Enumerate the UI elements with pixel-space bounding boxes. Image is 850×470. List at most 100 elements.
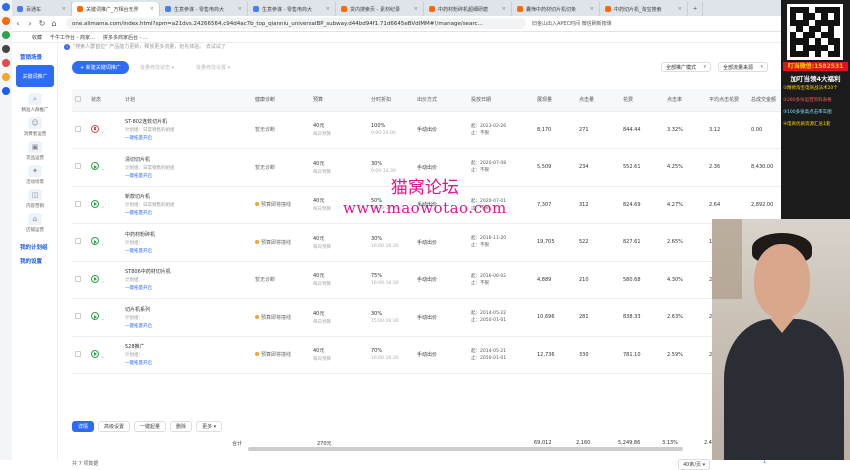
campaign-name[interactable]: 清切切片机 (125, 156, 249, 163)
row-checkbox[interactable] (75, 238, 81, 245)
url-field[interactable]: one.alimama.com/index.html?spm=a21dvs.24… (66, 18, 526, 29)
column-header[interactable]: 状态 (88, 89, 122, 112)
close-icon[interactable]: × (238, 6, 242, 12)
close-icon[interactable]: × (678, 6, 682, 12)
column-header[interactable]: 预算 (310, 89, 368, 112)
play-icon[interactable] (91, 274, 99, 283)
bulk-action-button[interactable]: 高级设置 (98, 420, 131, 432)
budget-value[interactable]: 40元 (313, 160, 365, 167)
column-header[interactable]: 展现量 (534, 89, 576, 112)
budget-value[interactable]: 40元 (313, 347, 365, 354)
source-select[interactable]: 全部流量来源 ▾ (718, 62, 768, 72)
close-icon[interactable]: × (150, 6, 154, 12)
discount-value[interactable]: 100% (371, 123, 411, 129)
boost-link[interactable]: 一键拓量开启 (125, 173, 249, 179)
table-row[interactable]: ⌄ ST-802连软切片机 计划组：日常销售的组组 一键拓量开启 暂无诊断 40元 每日预算… (72, 111, 850, 149)
extension-text[interactable]: 旧金山出入APEC时间 微信刷新按课 (532, 20, 612, 27)
discount-value[interactable]: 30% (371, 236, 411, 242)
discount-value[interactable]: 30% (371, 161, 411, 167)
boost-link[interactable]: 一键拓量开启 (125, 210, 249, 216)
boost-link[interactable]: 一键拓量开启 (125, 323, 249, 329)
chevron-down-icon[interactable]: ⌄ (101, 166, 105, 172)
sidebar-item[interactable]: ▣ 货品运营 (12, 137, 58, 161)
back-icon[interactable]: ‹ (12, 19, 24, 28)
chevron-down-icon[interactable]: ⌄ (101, 279, 105, 285)
row-checkbox[interactable] (75, 275, 81, 282)
notice-text[interactable]: "搜索人群首位" 产品能力更新，释放更多流量，抢先体验。 去试试了 (73, 44, 226, 50)
chevron-down-icon[interactable]: ⌄ (101, 354, 105, 360)
chevron-down-icon[interactable]: ⌄ (101, 241, 105, 247)
app-icon[interactable] (2, 17, 10, 25)
horizontal-scrollbar[interactable] (248, 447, 683, 451)
batch-settings-button[interactable]: 批量修改设置 ▾ (196, 64, 230, 71)
browser-tab[interactable]: 中药切片机_淘宝搜索 × (600, 2, 688, 16)
boost-link[interactable]: 一键拓量开启 (125, 248, 249, 254)
column-header[interactable]: 计划 (122, 89, 252, 112)
sidebar-item[interactable]: 关键词推广 (12, 61, 58, 87)
budget-value[interactable]: 40元 (313, 310, 365, 317)
discount-value[interactable]: 30% (371, 311, 411, 317)
play-icon[interactable] (91, 199, 99, 208)
browser-tab[interactable]: 关键词推广_万相台无界 × (72, 2, 160, 16)
browser-tab[interactable]: 生意参谋 - 零售电商大 × (248, 2, 336, 16)
browser-tab[interactable]: 生意参谋 - 零售电商大 × (160, 2, 248, 16)
reload-icon[interactable]: ↻ (36, 19, 48, 28)
sidebar-item[interactable]: ⌕ 精准人群推广 (12, 89, 58, 113)
page-size-select[interactable]: 40条/页 ▾ (678, 459, 711, 470)
app-icon[interactable] (2, 59, 10, 67)
campaign-name[interactable]: 528推广 (125, 343, 249, 350)
sidebar-item[interactable]: ⌂ 店铺运营 (12, 209, 58, 233)
sidebar-item[interactable]: ◫ 内容营销 (12, 185, 58, 209)
close-icon[interactable]: × (326, 6, 330, 12)
close-icon[interactable]: × (590, 6, 594, 12)
play-icon[interactable] (91, 312, 99, 321)
app-icon[interactable] (2, 87, 10, 95)
row-checkbox[interactable] (75, 163, 81, 170)
column-header[interactable]: 花费 (620, 89, 664, 112)
forward-icon[interactable]: › (24, 19, 36, 28)
close-icon[interactable]: × (62, 6, 66, 12)
select-all-checkbox[interactable] (75, 95, 81, 102)
play-icon[interactable] (91, 162, 99, 171)
browser-tab[interactable]: 中药材粉碎机超细研磨 × (424, 2, 512, 16)
app-icon[interactable] (2, 3, 10, 11)
bulk-action-button[interactable]: 详情 (72, 420, 95, 432)
bulk-action-button[interactable]: 更多 ▾ (196, 420, 223, 432)
row-checkbox[interactable] (75, 200, 81, 207)
play-icon[interactable] (91, 237, 99, 246)
mode-select[interactable]: 全部推广模式 ▾ (661, 62, 711, 72)
chevron-down-icon[interactable]: ⌄ (101, 316, 105, 322)
column-header[interactable]: 点击量 (576, 89, 620, 112)
app-icon[interactable] (2, 45, 10, 53)
budget-value[interactable]: 40元 (313, 122, 365, 129)
row-checkbox[interactable] (75, 313, 81, 320)
close-icon[interactable]: × (502, 6, 506, 12)
budget-value[interactable]: 40元 (313, 235, 365, 242)
boost-link[interactable]: 一键拓量开启 (125, 135, 249, 141)
chevron-down-icon[interactable]: ⌄ (101, 204, 105, 210)
bookmark-item[interactable]: 千牛工作台 - 商家… (50, 34, 95, 41)
campaign-name[interactable]: 切片机系列 (125, 306, 249, 313)
browser-tab[interactable]: 货内搜索页 - 素材纪录 × (336, 2, 424, 16)
campaign-name[interactable]: ST-802连软切片机 (125, 118, 249, 125)
boost-link[interactable]: 一键拓量开启 (125, 360, 249, 366)
campaign-name[interactable]: 中药材粉碎机 (125, 231, 249, 238)
sidebar-item[interactable]: ☺ 消费者运营 (12, 113, 58, 137)
new-campaign-button[interactable]: + 新建关键词推广 (72, 61, 129, 74)
column-header[interactable]: 分时折扣 (368, 89, 414, 112)
column-header[interactable]: 点击率 (664, 89, 706, 112)
column-header[interactable]: 投放日期 (468, 89, 534, 112)
row-checkbox[interactable] (75, 350, 81, 357)
row-checkbox[interactable] (75, 125, 81, 132)
nav-group-plans[interactable]: 我的计划组 (12, 233, 57, 251)
app-icon[interactable] (2, 31, 10, 39)
column-header[interactable]: 健康诊断 (252, 89, 310, 112)
budget-value[interactable]: 40元 (313, 272, 365, 279)
campaign-name[interactable]: 新款切片机 (125, 193, 249, 200)
column-header[interactable]: 平均点击花费 (706, 89, 748, 112)
batch-status-button[interactable]: 批量修改状态 ▾ (140, 64, 174, 71)
column-header[interactable] (72, 89, 88, 112)
bookmark-item[interactable]: 拼多多商家后台 - … (103, 34, 148, 41)
nav-group-settings[interactable]: 我的设置 (12, 251, 57, 265)
bookmark-item[interactable]: 收藏 (32, 34, 42, 41)
